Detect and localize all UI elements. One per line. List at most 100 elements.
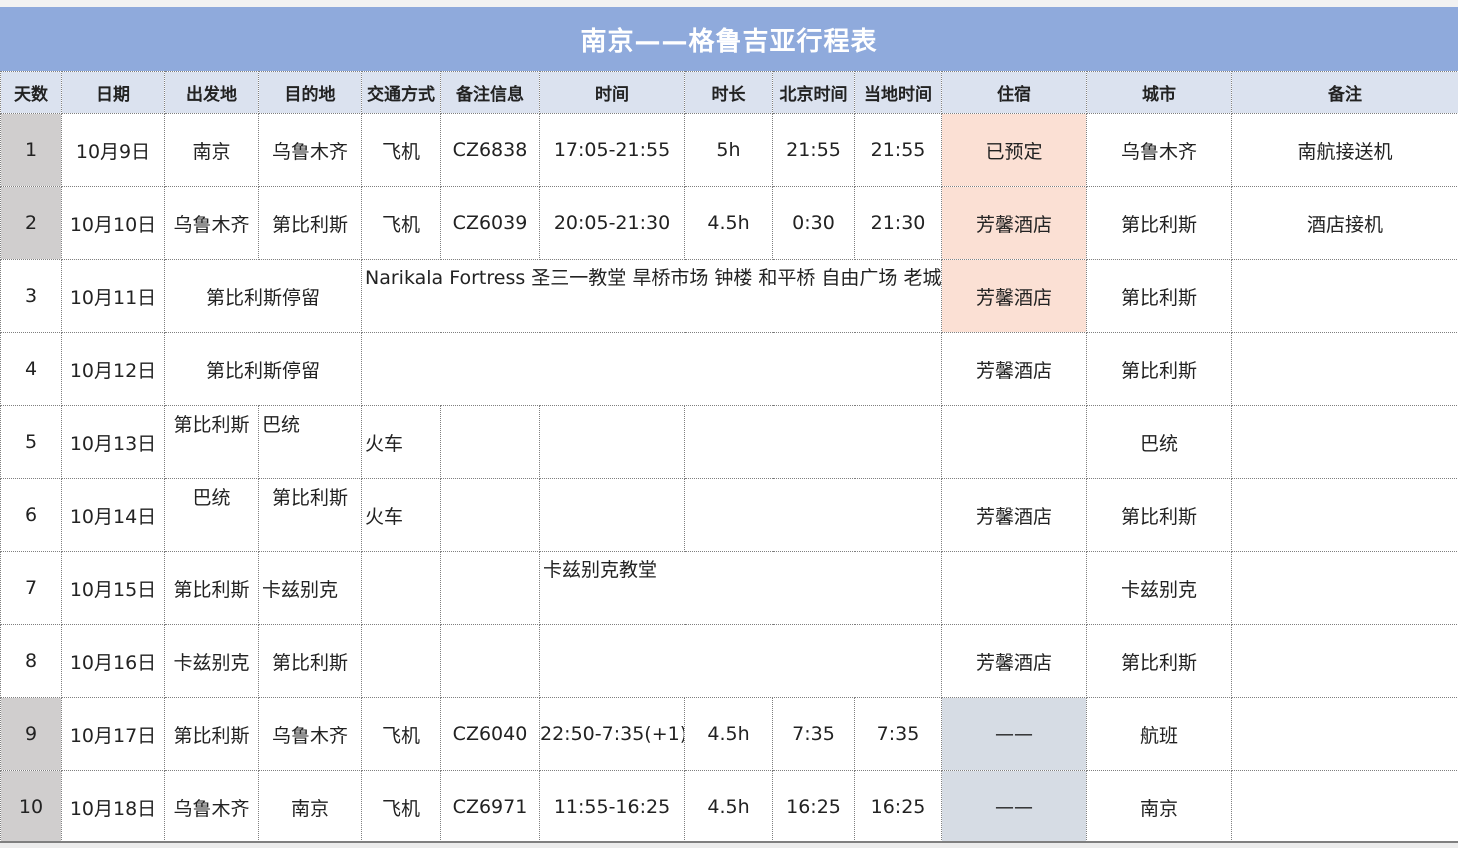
cell-activity[interactable]: Narikala Fortress 圣三一教堂 旱桥市场 钟楼 和平桥 自由广场… [361,259,942,333]
cell-day[interactable]: 10 [0,770,62,844]
cell-activity[interactable] [361,332,942,406]
cell-hotel[interactable] [941,405,1087,479]
header-transport[interactable]: 交通方式 [361,71,441,114]
cell-beijing-time[interactable]: 16:25 [772,770,855,844]
header-day[interactable]: 天数 [0,71,62,114]
cell-transport[interactable]: 飞机 [361,770,441,844]
cell-transport[interactable] [361,624,441,698]
cell-hotel[interactable]: —— [941,697,1087,771]
cell-time[interactable]: 20:05-21:30 [539,186,685,260]
cell-local-time[interactable]: 21:30 [854,186,942,260]
cell-city[interactable]: 乌鲁木齐 [1086,113,1232,187]
header-info[interactable]: 备注信息 [440,71,540,114]
header-hotel[interactable]: 住宿 [941,71,1087,114]
cell-date[interactable]: 10月18日 [61,770,165,844]
cell-time[interactable] [539,478,685,552]
header-duration[interactable]: 时长 [684,71,773,114]
cell-hotel[interactable]: 芳馨酒店 [941,478,1087,552]
cell-from[interactable]: 第比利斯 [164,551,259,625]
cell-stay[interactable]: 第比利斯停留 [164,259,362,333]
cell-note[interactable] [1231,697,1458,771]
header-beijing-time[interactable]: 北京时间 [772,71,855,114]
cell-day[interactable]: 3 [0,259,62,333]
cell-from[interactable]: 巴统 [164,478,259,552]
cell-date[interactable]: 10月9日 [61,113,165,187]
cell-city[interactable]: 巴统 [1086,405,1232,479]
cell-local-time[interactable]: 16:25 [854,770,942,844]
cell-date[interactable]: 10月15日 [61,551,165,625]
cell-day[interactable]: 9 [0,697,62,771]
cell-hotel[interactable]: 已预定 [941,113,1087,187]
cell-duration[interactable]: 4.5h [684,770,773,844]
cell-stay[interactable]: 第比利斯停留 [164,332,362,406]
cell-city[interactable]: 卡兹别克 [1086,551,1232,625]
cell-from[interactable]: 南京 [164,113,259,187]
cell-date[interactable]: 10月13日 [61,405,165,479]
cell-to[interactable]: 卡兹别克 [258,551,362,625]
cell-transport[interactable]: 飞机 [361,186,441,260]
cell-duration[interactable]: 4.5h [684,186,773,260]
cell-city[interactable]: 第比利斯 [1086,186,1232,260]
cell-to[interactable]: 第比利斯 [258,186,362,260]
cell-note[interactable] [1231,770,1458,844]
cell-hotel[interactable]: 芳馨酒店 [941,332,1087,406]
cell-from[interactable]: 乌鲁木齐 [164,770,259,844]
cell-note[interactable]: 南航接送机 [1231,113,1458,187]
cell-from[interactable]: 卡兹别克 [164,624,259,698]
cell-note[interactable] [1231,478,1458,552]
header-time[interactable]: 时间 [539,71,685,114]
cell-info[interactable] [440,405,540,479]
cell-time[interactable] [539,405,685,479]
cell-times-merged[interactable] [684,405,942,479]
cell-from[interactable]: 第比利斯 [164,405,259,479]
cell-note[interactable]: 酒店接机 [1231,186,1458,260]
cell-city[interactable]: 第比利斯 [1086,332,1232,406]
cell-day[interactable]: 4 [0,332,62,406]
cell-note[interactable] [1231,624,1458,698]
cell-day[interactable]: 5 [0,405,62,479]
header-note[interactable]: 备注 [1231,71,1458,114]
cell-note[interactable] [1231,259,1458,333]
cell-day[interactable]: 2 [0,186,62,260]
header-from[interactable]: 出发地 [164,71,259,114]
sheet-title[interactable]: 南京——格鲁吉亚行程表 [0,7,1458,71]
cell-day[interactable]: 8 [0,624,62,698]
cell-city[interactable]: 第比利斯 [1086,478,1232,552]
cell-date[interactable]: 10月11日 [61,259,165,333]
cell-hotel[interactable]: 芳馨酒店 [941,259,1087,333]
cell-transport[interactable]: 火车 [361,405,441,479]
cell-note[interactable] [1231,551,1458,625]
cell-date[interactable]: 10月10日 [61,186,165,260]
cell-note[interactable] [1231,405,1458,479]
cell-day[interactable]: 7 [0,551,62,625]
cell-transport[interactable] [361,551,441,625]
cell-time[interactable]: 11:55-16:25 [539,770,685,844]
cell-local-time[interactable]: 7:35 [854,697,942,771]
cell-from[interactable]: 第比利斯 [164,697,259,771]
cell-beijing-time[interactable]: 21:55 [772,113,855,187]
cell-transport[interactable]: 飞机 [361,113,441,187]
cell-note[interactable] [1231,332,1458,406]
cell-day[interactable]: 6 [0,478,62,552]
cell-info[interactable]: CZ6971 [440,770,540,844]
header-local-time[interactable]: 当地时间 [854,71,942,114]
cell-date[interactable]: 10月14日 [61,478,165,552]
cell-activity[interactable] [539,624,942,698]
cell-activity[interactable]: 卡兹别克教堂 [539,551,942,625]
cell-hotel[interactable] [941,551,1087,625]
cell-info[interactable] [440,478,540,552]
cell-to[interactable]: 第比利斯 [258,478,362,552]
cell-to[interactable]: 乌鲁木齐 [258,113,362,187]
cell-duration[interactable]: 4.5h [684,697,773,771]
cell-from[interactable]: 乌鲁木齐 [164,186,259,260]
cell-to[interactable]: 南京 [258,770,362,844]
cell-city[interactable]: 第比利斯 [1086,624,1232,698]
cell-info[interactable]: CZ6039 [440,186,540,260]
cell-city[interactable]: 第比利斯 [1086,259,1232,333]
cell-hotel[interactable]: —— [941,770,1087,844]
header-date[interactable]: 日期 [61,71,165,114]
cell-info[interactable]: CZ6838 [440,113,540,187]
cell-city[interactable]: 航班 [1086,697,1232,771]
cell-hotel[interactable]: 芳馨酒店 [941,624,1087,698]
header-to[interactable]: 目的地 [258,71,362,114]
